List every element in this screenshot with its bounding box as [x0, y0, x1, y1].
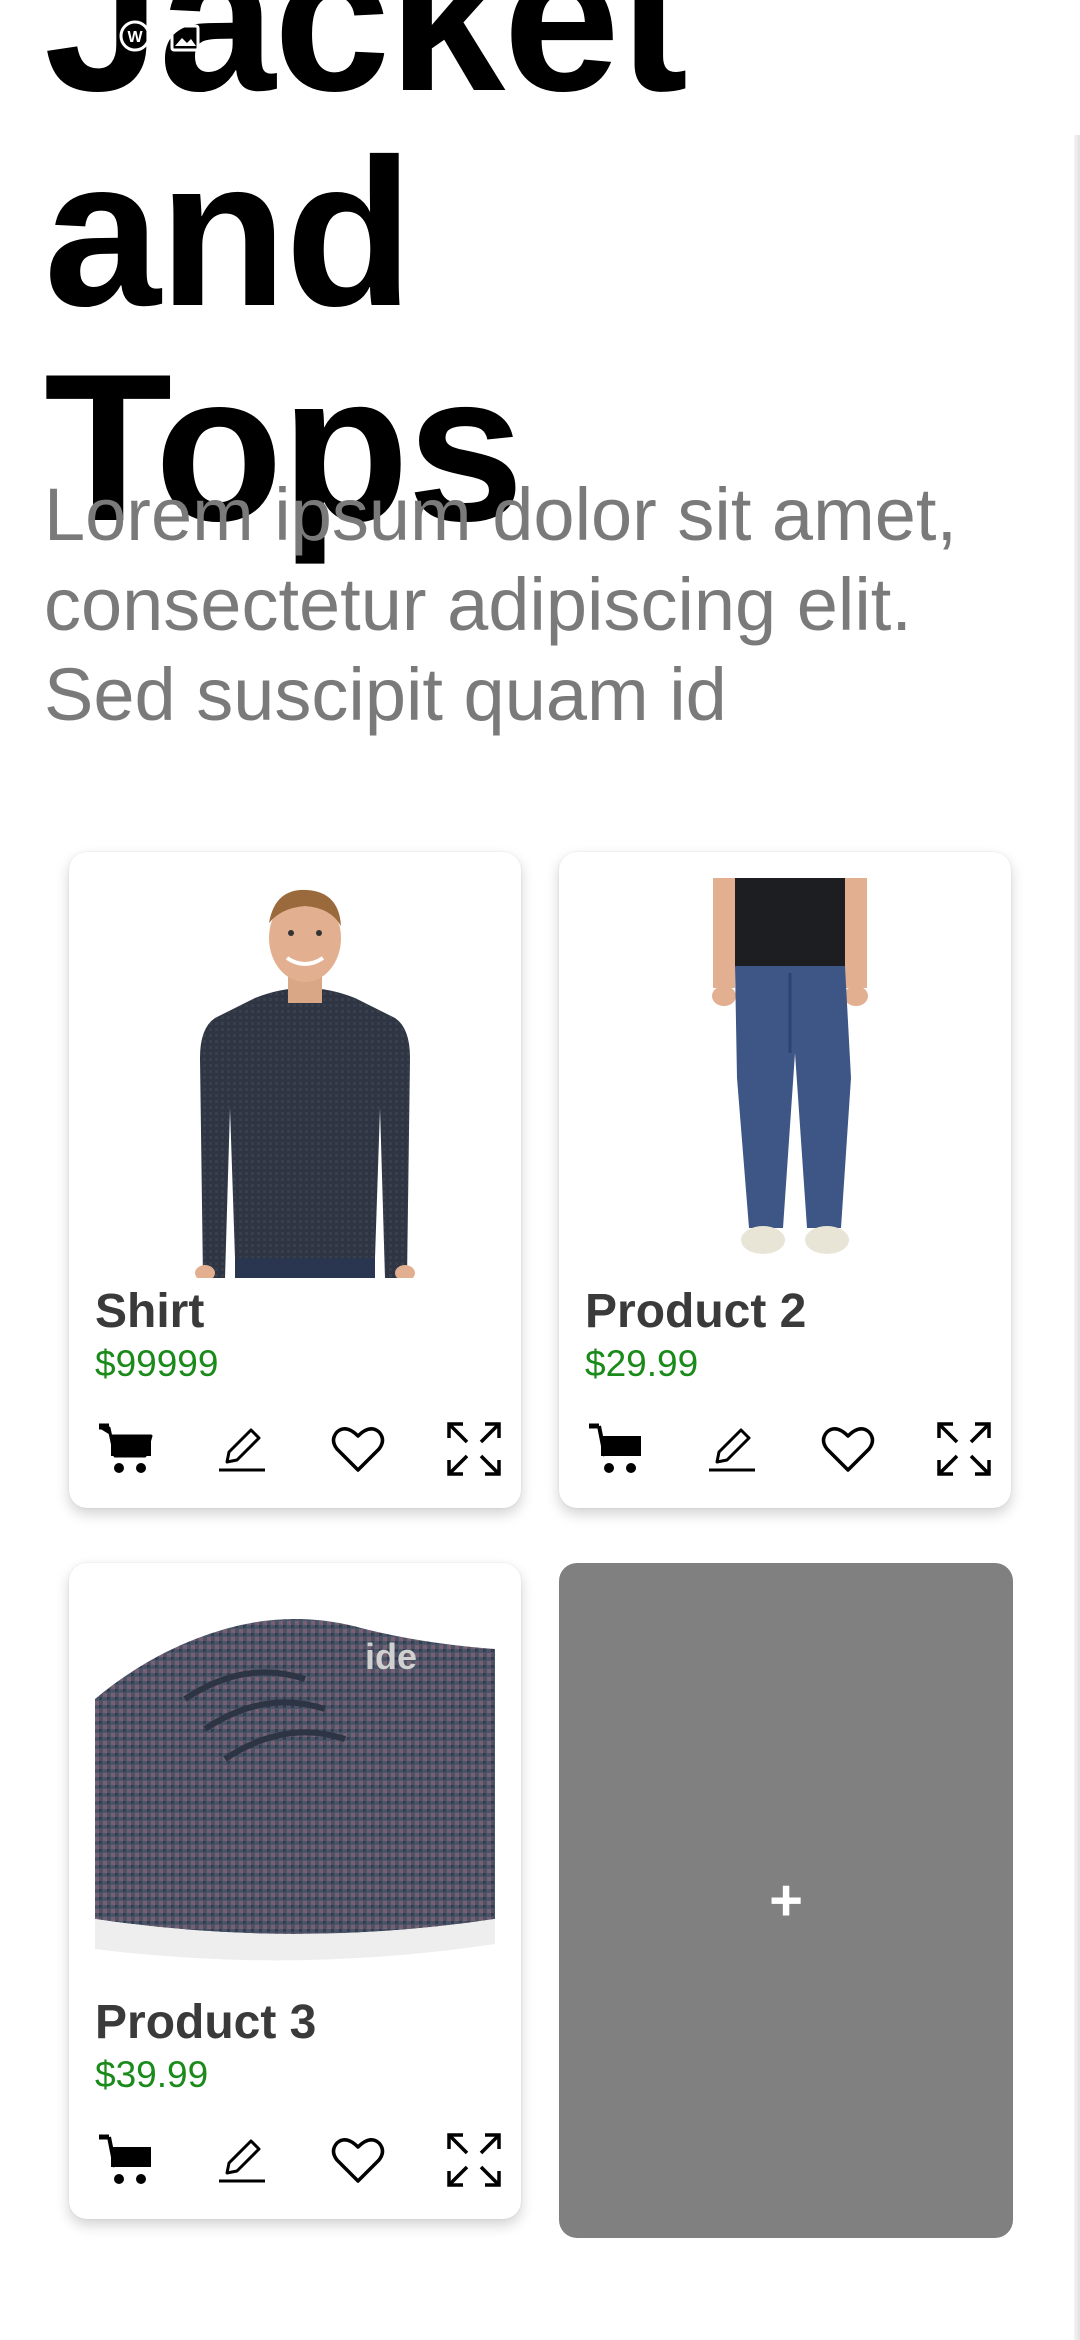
expand-icon[interactable] — [933, 1418, 995, 1480]
heart-icon[interactable] — [327, 2129, 389, 2191]
product-name: Shirt — [95, 1285, 205, 1338]
svg-text:W: W — [127, 29, 143, 46]
status-bar: 1 W LTE1 VoLTE — [0, 0, 1080, 80]
volte-label: VoLTE — [897, 29, 956, 51]
product-name: Product 2 — [585, 1285, 807, 1338]
signal-icon — [974, 19, 1010, 61]
edit-icon[interactable] — [211, 1418, 273, 1480]
expand-icon[interactable] — [443, 2129, 505, 2191]
notification-icon: W — [118, 19, 152, 62]
product-image-shirt — [95, 878, 495, 1281]
product-price: $99999 — [95, 1343, 219, 1384]
product-actions — [95, 1414, 505, 1484]
page-subtitle: Lorem ipsum dolor sit amet, consectetur … — [44, 473, 958, 736]
product-card[interactable]: ide Product 3 $39.99 — [69, 1563, 521, 2219]
product-image-pants — [585, 878, 985, 1278]
product-card[interactable]: Shirt $99999 — [69, 852, 521, 1508]
plus-icon: + — [769, 1867, 803, 1933]
expand-icon[interactable] — [443, 1418, 505, 1480]
product-actions — [95, 2125, 505, 2195]
product-name: Product 3 — [95, 1996, 317, 2049]
cart-icon[interactable] — [95, 1418, 157, 1480]
status-time: 1 — [80, 19, 101, 60]
screen: 1 W LTE1 VoLTE Jacket and Tops Lorem ips… — [0, 0, 1080, 2340]
status-left: 1 W — [80, 19, 200, 62]
product-card[interactable]: Product 2 $29.99 — [559, 852, 1011, 1508]
product-price: $39.99 — [95, 2054, 209, 2095]
svg-text:ide: ide — [365, 1636, 417, 1677]
wifi-icon — [775, 19, 815, 61]
network-type-label: LTE1 — [833, 29, 880, 51]
add-product-button[interactable]: + — [559, 1563, 1013, 2238]
heart-icon[interactable] — [817, 1418, 879, 1480]
image-icon — [170, 19, 200, 61]
cart-icon[interactable] — [95, 2129, 157, 2191]
product-image-shoe: ide — [95, 1589, 495, 1989]
edit-icon[interactable] — [211, 2129, 273, 2191]
heart-icon[interactable] — [327, 1418, 389, 1480]
product-price: $29.99 — [585, 1343, 699, 1384]
scroll-edge — [1074, 135, 1080, 2340]
status-right: LTE1 VoLTE — [775, 19, 1010, 61]
cart-icon[interactable] — [585, 1418, 647, 1480]
product-actions — [585, 1414, 995, 1484]
edit-icon[interactable] — [701, 1418, 763, 1480]
